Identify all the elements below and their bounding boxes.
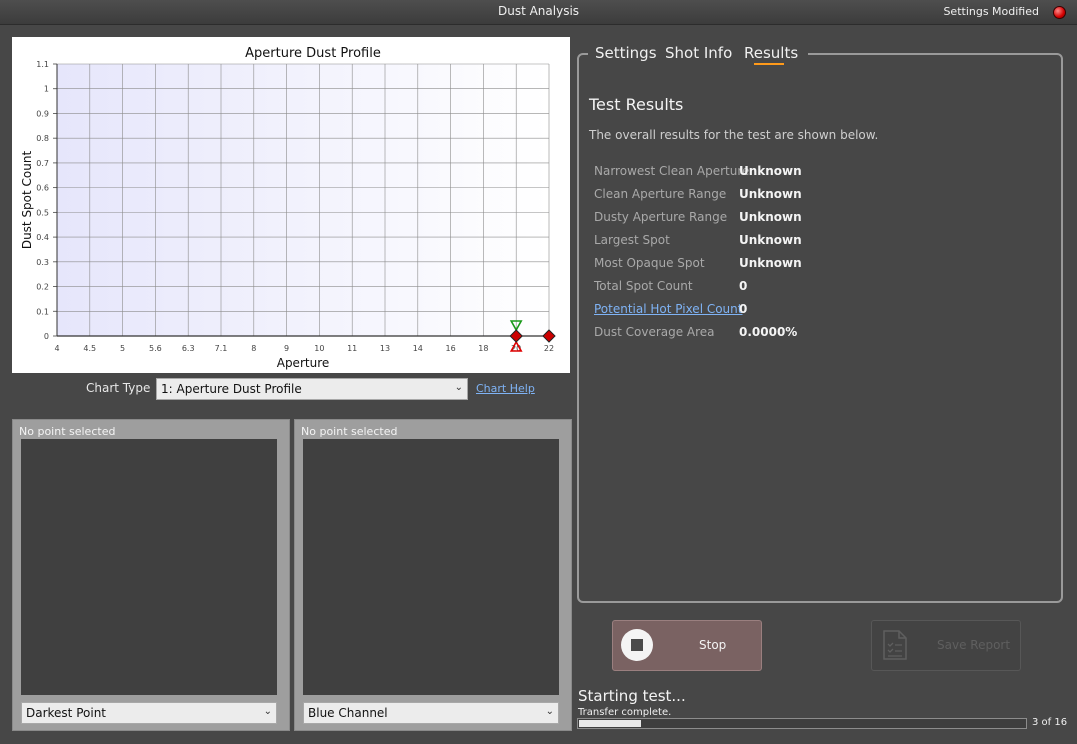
y-tick-label: 0.5 — [36, 208, 49, 217]
tab-results[interactable]: Results — [744, 44, 798, 62]
result-row-most-opaque-spot: Most Opaque Spot Unknown — [594, 256, 1014, 274]
results-title: Test Results — [589, 95, 684, 114]
y-tick-label: 0.2 — [36, 283, 49, 292]
result-label: Narrowest Clean Aperture — [594, 164, 750, 178]
hot-pixel-count-link[interactable]: Potential Hot Pixel Count — [594, 302, 742, 316]
x-tick-label: 10 — [314, 344, 324, 353]
y-tick-label: 0.9 — [36, 109, 49, 118]
preview-caption: No point selected — [19, 425, 116, 438]
chart-type-select[interactable]: 1: Aperture Dust Profile ⌄ — [156, 378, 468, 400]
y-tick-label: 1.1 — [36, 60, 49, 69]
result-value: 0 — [739, 279, 748, 293]
report-icon — [883, 630, 907, 660]
result-row-total-spot-count: Total Spot Count 0 — [594, 279, 1014, 297]
y-axis-label: Dust Spot Count — [20, 151, 34, 250]
x-tick-label: 18 — [478, 344, 488, 353]
preview-panel-right: No point selected Blue Channel ⌄ — [294, 419, 572, 731]
x-tick-label: 4 — [54, 344, 59, 353]
chart-type-label: Chart Type — [86, 381, 151, 395]
result-row-largest-spot: Largest Spot Unknown — [594, 233, 1014, 251]
active-tab-indicator — [754, 63, 784, 65]
plot-area — [57, 64, 549, 336]
x-tick-label: 6.3 — [182, 344, 195, 353]
channel-select[interactable]: Blue Channel ⌄ — [303, 702, 559, 724]
y-tick-label: 0.7 — [36, 159, 49, 168]
result-row-clean-aperture-range: Clean Aperture Range Unknown — [594, 187, 1014, 205]
y-tick-label: 0.6 — [36, 184, 49, 193]
title-bar: Dust Analysis Settings Modified — [0, 0, 1077, 25]
y-tick-label: 0.1 — [36, 307, 49, 316]
progress-count: 3 of 16 — [1032, 717, 1068, 728]
x-tick-label: 16 — [446, 344, 456, 353]
result-value: Unknown — [739, 164, 802, 178]
tab-settings[interactable]: Settings — [595, 44, 657, 62]
y-tick-label: 1 — [44, 85, 49, 94]
window-title: Dust Analysis — [497, 4, 580, 18]
preview-image — [303, 439, 559, 695]
result-label: Dust Coverage Area — [594, 325, 715, 339]
result-row-dusty-aperture-range: Dusty Aperture Range Unknown — [594, 210, 1014, 228]
chart-title: Aperture Dust Profile — [245, 46, 381, 61]
chevron-down-icon: ⌄ — [263, 706, 272, 717]
stop-icon — [621, 629, 653, 661]
status-detail: Transfer complete. — [578, 707, 672, 718]
progress-bar — [577, 718, 1027, 729]
x-tick-label: 11 — [347, 344, 357, 353]
result-label: Largest Spot — [594, 233, 670, 247]
y-tick-label: 0.8 — [36, 134, 49, 143]
point-select[interactable]: Darkest Point ⌄ — [21, 702, 277, 724]
result-row-narrowest-clean-aperture: Narrowest Clean Aperture Unknown — [594, 164, 1014, 182]
x-tick-label: 4.5 — [83, 344, 96, 353]
x-tick-label: 9 — [284, 344, 289, 353]
result-value: 0 — [739, 302, 748, 316]
x-tick-label: 7.1 — [215, 344, 228, 353]
save-report-button[interactable]: Save Report — [871, 620, 1021, 671]
result-value: Unknown — [739, 210, 802, 224]
channel-select-value: Blue Channel — [308, 706, 388, 720]
results-description: The overall results for the test are sho… — [589, 128, 879, 142]
x-tick-label: 13 — [380, 344, 390, 353]
result-value: Unknown — [739, 233, 802, 247]
stop-button-label: Stop — [699, 638, 727, 652]
x-tick-label: 22 — [544, 344, 554, 353]
y-tick-label: 0.4 — [36, 233, 49, 242]
chevron-down-icon: ⌄ — [545, 706, 554, 717]
chart-type-value: 1: Aperture Dust Profile — [161, 382, 302, 396]
x-axis-label: Aperture — [277, 356, 330, 370]
point-select-value: Darkest Point — [26, 706, 106, 720]
chart-panel: 4 4.5 5 5.6 6.3 7.1 8 9 10 11 13 14 16 18 20 22 0 0.1 0.2 0… — [12, 37, 570, 373]
result-label: Total Spot Count — [594, 279, 693, 293]
preview-caption: No point selected — [301, 425, 398, 438]
status-led-icon — [1053, 6, 1066, 19]
save-report-label: Save Report — [937, 638, 1011, 652]
result-row-dust-coverage-area: Dust Coverage Area 0.0000% — [594, 325, 1014, 343]
preview-image — [21, 439, 277, 695]
x-tick-label: 14 — [413, 344, 423, 353]
result-label: Most Opaque Spot — [594, 256, 705, 270]
x-tick-label: 5.6 — [149, 344, 162, 353]
progress-fill — [579, 720, 641, 727]
result-value: 0.0000% — [739, 325, 798, 339]
result-row-hot-pixel-count: Potential Hot Pixel Count 0 — [594, 302, 1014, 320]
tab-shot-info[interactable]: Shot Info — [665, 44, 732, 62]
settings-modified-label: Settings Modified — [943, 5, 1039, 18]
x-tick-label: 8 — [251, 344, 256, 353]
x-tick-label: 5 — [120, 344, 125, 353]
chart-help-link[interactable]: Chart Help — [476, 382, 535, 395]
result-label: Dusty Aperture Range — [594, 210, 728, 224]
stop-button[interactable]: Stop — [612, 620, 762, 671]
result-value: Unknown — [739, 187, 802, 201]
y-tick-label: 0.3 — [36, 258, 49, 267]
aperture-dust-chart[interactable]: 4 4.5 5 5.6 6.3 7.1 8 9 10 11 13 14 16 18 20 2200.10.20… — [12, 37, 570, 373]
result-value: Unknown — [739, 256, 802, 270]
chart-type-row: Chart Type 1: Aperture Dust Profile ⌄ Ch… — [86, 378, 546, 400]
y-tick-label: 0 — [44, 332, 49, 341]
chevron-down-icon: ⌄ — [454, 382, 463, 393]
status-message: Starting test... — [578, 687, 686, 705]
result-label: Clean Aperture Range — [594, 187, 727, 201]
preview-panel-left: No point selected Darkest Point ⌄ — [12, 419, 290, 731]
